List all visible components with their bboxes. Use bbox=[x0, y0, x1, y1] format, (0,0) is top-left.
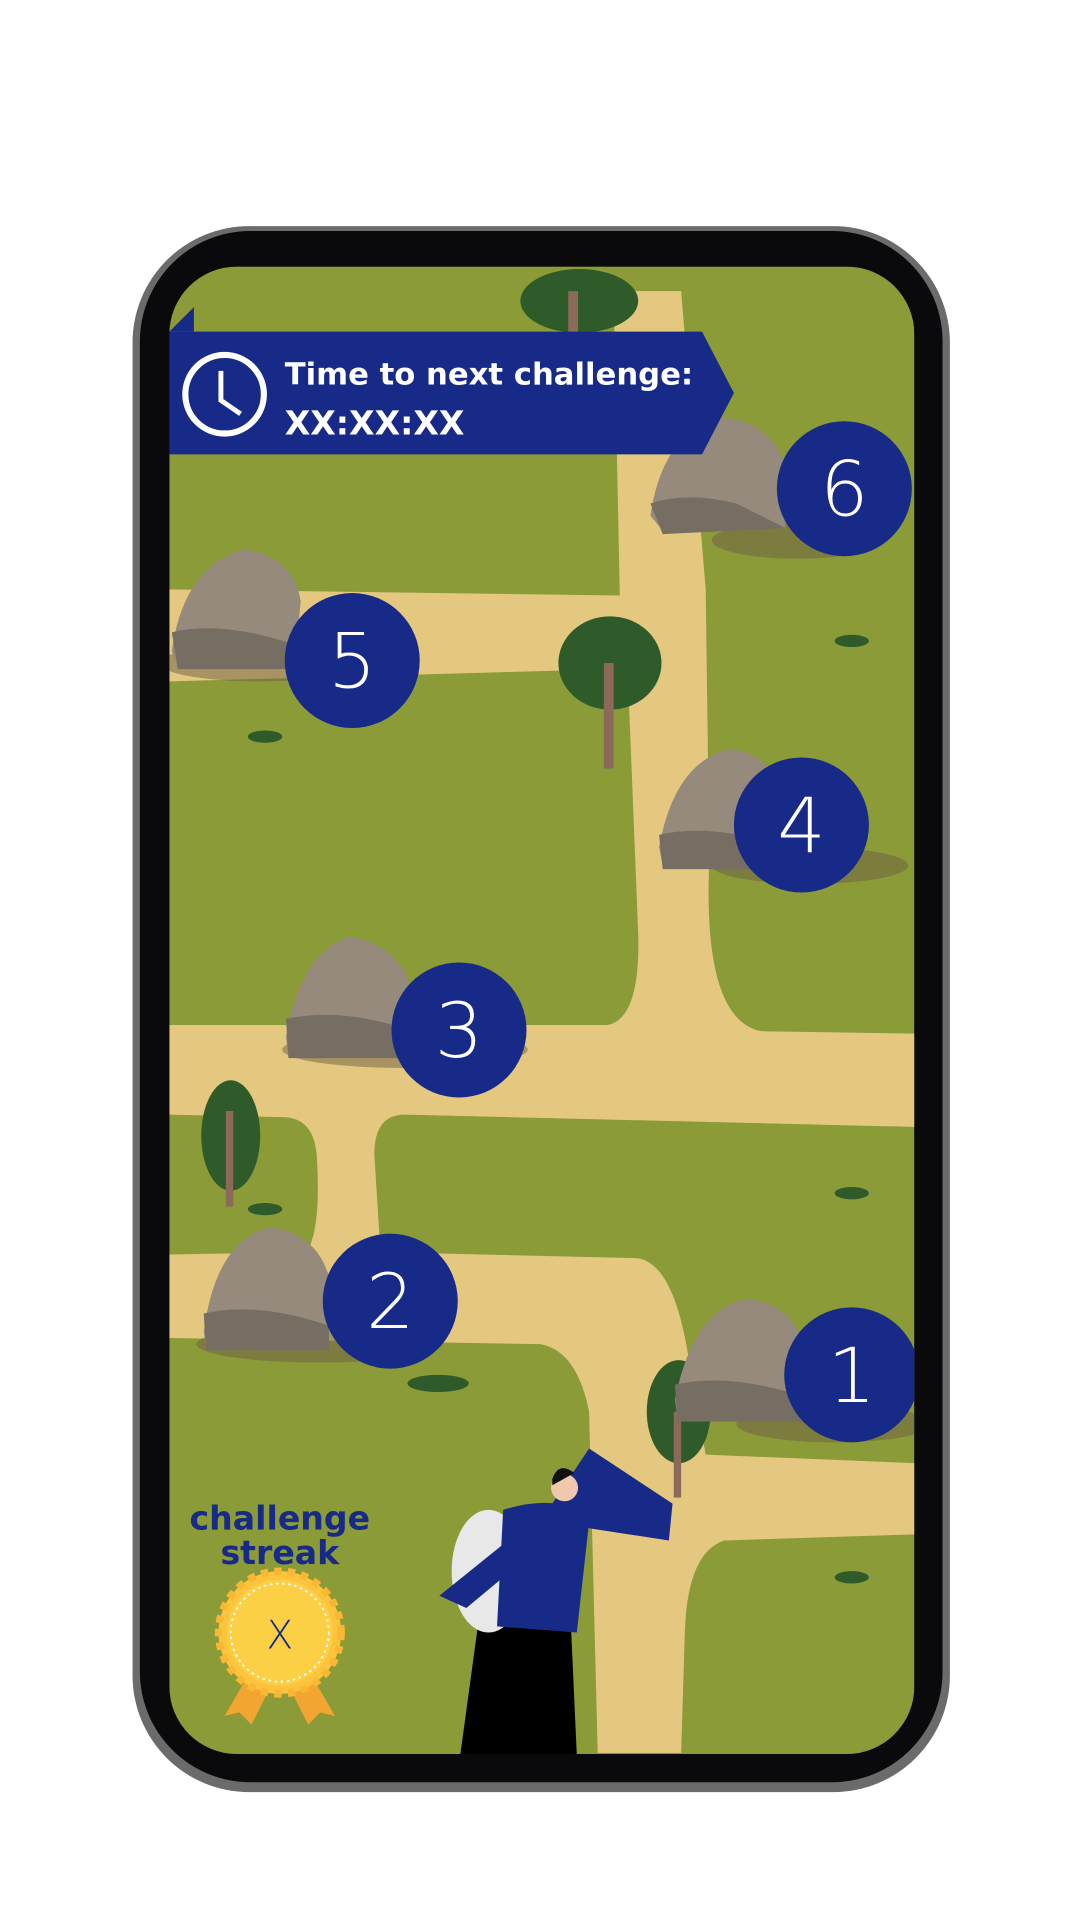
level-1-label: 1 bbox=[828, 1331, 876, 1420]
banner-title: Time to next challenge: bbox=[285, 357, 693, 392]
level-4-label: 4 bbox=[777, 781, 825, 870]
streak-label-line1: challenge bbox=[190, 1498, 371, 1537]
level-6-button[interactable]: 6 bbox=[776, 421, 912, 557]
level-5-label: 5 bbox=[328, 617, 376, 706]
streak-count: X bbox=[266, 1614, 293, 1659]
level-2-label: 2 bbox=[366, 1257, 414, 1346]
map-screen: Time to next challenge: XX:XX:XX 1 2 3 4… bbox=[169, 266, 919, 1755]
level-2-button[interactable]: 2 bbox=[322, 1233, 458, 1369]
level-1-button[interactable]: 1 bbox=[784, 1307, 919, 1443]
app-canvas: Time to next challenge: XX:XX:XX 1 2 3 4… bbox=[132, 226, 950, 1793]
level-6-label: 6 bbox=[820, 445, 868, 534]
countdown-value: XX:XX:XX bbox=[285, 404, 465, 443]
level-3-button[interactable]: 3 bbox=[391, 962, 527, 1098]
streak-label-line2: streak bbox=[220, 1533, 340, 1572]
level-5-button[interactable]: 5 bbox=[284, 593, 420, 729]
level-4-button[interactable]: 4 bbox=[733, 757, 869, 893]
level-3-label: 3 bbox=[435, 986, 483, 1075]
